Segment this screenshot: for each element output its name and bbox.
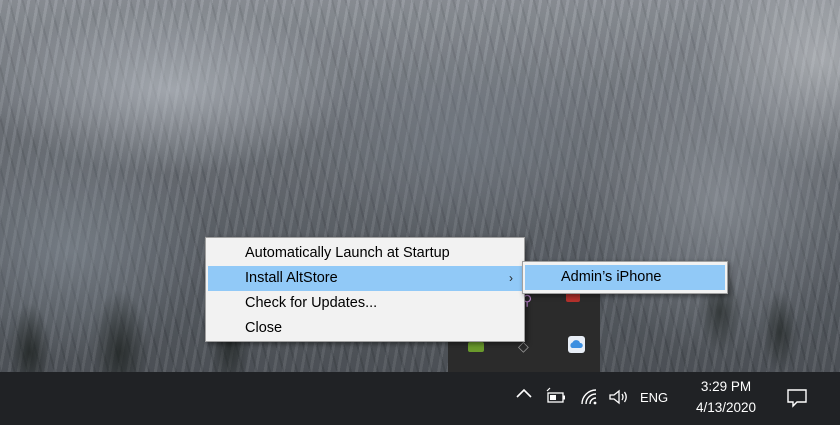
menu-item-label: Install AltStore <box>245 270 338 286</box>
submenu-arrow-icon: › <box>509 271 513 285</box>
wifi-icon[interactable] <box>578 386 600 408</box>
menu-item-auto-launch[interactable]: Automatically Launch at Startup <box>208 241 522 266</box>
language-indicator[interactable]: ENG <box>640 390 668 405</box>
taskbar: ENG 3:29 PM 4/13/2020 <box>0 372 840 425</box>
icloud-icon[interactable] <box>568 336 585 353</box>
watermark <box>690 20 800 50</box>
volume-icon[interactable] <box>607 386 629 408</box>
install-submenu: Admin’s iPhone <box>522 261 728 294</box>
clock-time: 3:29 PM <box>700 379 752 394</box>
menu-item-label: Check for Updates... <box>245 295 378 311</box>
battery-icon[interactable] <box>545 386 567 408</box>
context-menu: Automatically Launch at Startup Install … <box>205 237 525 342</box>
menu-item-close[interactable]: Close <box>208 316 522 341</box>
submenu-item-device[interactable]: Admin’s iPhone <box>525 265 725 290</box>
clock-date: 4/13/2020 <box>695 400 757 415</box>
clock[interactable]: 3:29 PM 4/13/2020 <box>682 376 770 418</box>
chevron-up-icon[interactable] <box>513 386 535 404</box>
menu-item-label: Close <box>245 320 283 336</box>
menu-item-label: Automatically Launch at Startup <box>245 245 450 261</box>
notification-icon[interactable] <box>785 386 809 410</box>
nvidia-icon[interactable] <box>468 342 484 352</box>
submenu-item-label: Admin’s iPhone <box>561 269 662 285</box>
menu-item-install-altstore[interactable]: Install AltStore › <box>208 266 522 291</box>
menu-item-check-updates[interactable]: Check for Updates... <box>208 291 522 316</box>
